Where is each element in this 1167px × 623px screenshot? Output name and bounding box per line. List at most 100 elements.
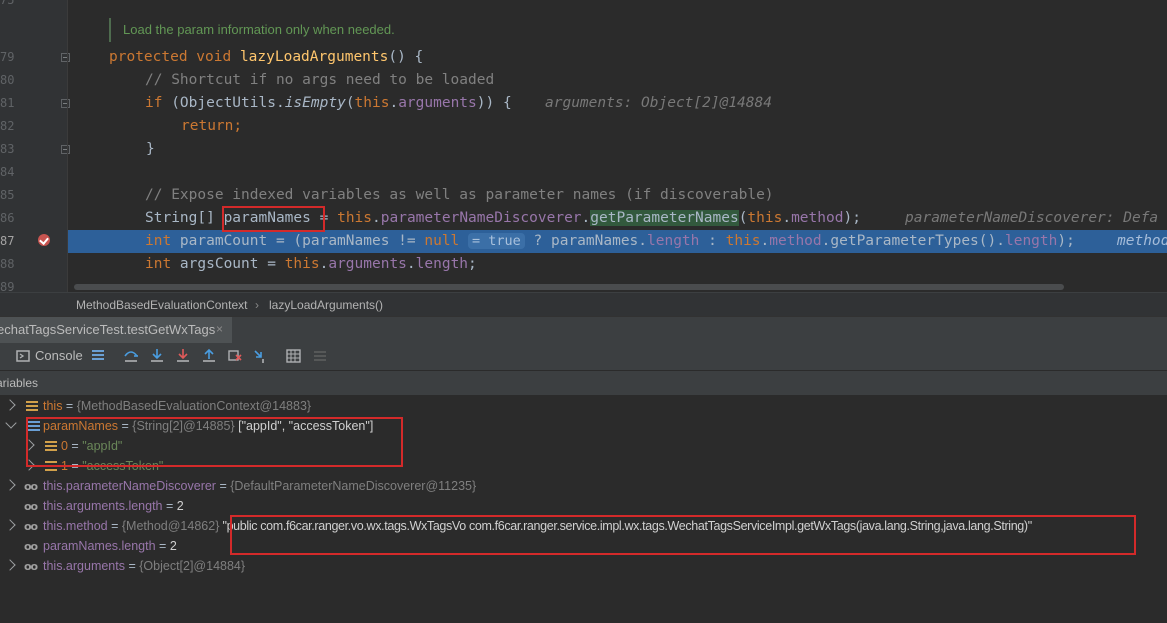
code-line-81[interactable]: if (ObjectUtils.isEmpty(this.arguments))… — [68, 92, 1167, 115]
debug-session-tabs: echatTagsServiceTest.testGetWxTags × — [0, 316, 1167, 345]
close-icon[interactable]: × — [216, 322, 223, 336]
drop-frame-icon[interactable] — [227, 348, 243, 364]
expand-arrow-icon[interactable] — [4, 519, 16, 531]
variable-name: this.method — [43, 519, 108, 533]
code-line-82[interactable]: return; — [68, 115, 1167, 138]
code-line-79[interactable]: protected void lazyLoadArguments() { — [68, 46, 1167, 69]
step-into-icon[interactable] — [149, 348, 165, 364]
variable-row[interactable]: this = {MethodBasedEvaluationContext@148… — [0, 397, 1167, 417]
method-name: lazyLoadArguments — [239, 49, 389, 65]
run-to-cursor-icon[interactable] — [253, 348, 269, 364]
keyword: this — [747, 210, 783, 226]
code-comment: // Expose indexed variables as well as p… — [145, 187, 774, 203]
watch-icon: oo — [24, 520, 38, 533]
code-text: ? paramNames. — [524, 233, 648, 249]
expand-arrow-icon[interactable] — [4, 559, 16, 571]
code-text: )) { — [476, 95, 512, 111]
field-ref: arguments — [398, 95, 477, 111]
line-number: 88 — [0, 257, 14, 271]
variable-type: {Method@14862} — [121, 519, 220, 533]
variable-name: paramNames.length — [43, 539, 156, 553]
breadcrumb-class[interactable]: MethodBasedEvaluationContext — [76, 298, 247, 312]
inline-value-hint: arguments: Object[2]@14884 — [545, 95, 772, 111]
code-text: . — [581, 210, 591, 226]
trace-icon[interactable] — [312, 348, 328, 364]
debug-session-label: echatTagsServiceTest.testGetWxTags — [0, 322, 216, 337]
method-call: isEmpty — [284, 95, 346, 111]
watch-icon: oo — [24, 540, 38, 553]
code-text: . — [782, 210, 792, 226]
code-line-83[interactable]: } — [68, 138, 1167, 161]
keyword: null — [424, 233, 460, 249]
breakpoint-check-icon[interactable] — [38, 234, 50, 246]
debug-toolbar: Console — [0, 343, 1167, 371]
code-text: . — [760, 233, 770, 249]
doc-comment-bar — [109, 18, 111, 42]
field-ref: length — [1004, 233, 1058, 249]
code-text: String[] — [145, 210, 224, 226]
inline-value-hint: parameterNameDiscoverer: Defa — [905, 210, 1159, 226]
highlight-box — [230, 515, 1136, 555]
keyword: this — [284, 256, 320, 272]
line-number: 83 — [0, 142, 14, 156]
line-gutter[interactable]: 75 79 80 81 82 83 84 85 86 87 88 89 — [0, 0, 70, 292]
step-over-icon[interactable] — [123, 348, 139, 364]
keyword: if — [145, 95, 172, 111]
breadcrumb: MethodBasedEvaluationContext › lazyLoadA… — [0, 292, 1167, 317]
code-text: .getParameterTypes(). — [821, 233, 1005, 249]
code-text: . — [372, 210, 381, 226]
code-editor[interactable]: 75 79 80 81 82 83 84 85 86 87 88 89 Load… — [0, 0, 1167, 292]
expand-arrow-icon[interactable] — [4, 399, 16, 411]
line-number: 80 — [0, 73, 14, 87]
code-text: (ObjectUtils. — [171, 95, 285, 111]
variable-eq: = — [215, 479, 231, 493]
collapse-arrow-icon[interactable] — [5, 417, 17, 429]
field-ref: method — [791, 210, 844, 226]
field-ref: length — [647, 233, 700, 249]
breadcrumb-separator: › — [255, 298, 259, 312]
horizontal-scrollbar[interactable] — [74, 284, 1064, 290]
code-text: argsCount = — [179, 256, 285, 272]
line-number: 79 — [0, 50, 14, 64]
keyword: int — [145, 233, 180, 249]
debug-session-tab[interactable]: echatTagsServiceTest.testGetWxTags × — [0, 317, 232, 344]
variable-type: {Object[2]@14884} — [139, 559, 246, 573]
keyword: return; — [181, 118, 243, 134]
code-line-87-execution-point[interactable]: int paramCount = (paramNames != null = t… — [68, 230, 1167, 253]
inline-evaluation-hint: = true — [468, 233, 525, 249]
code-line-85[interactable]: // Expose indexed variables as well as p… — [68, 184, 1167, 207]
console-tab[interactable]: Console — [35, 348, 83, 363]
code-line-88[interactable]: int argsCount = this.arguments.length; — [68, 253, 1167, 276]
highlight-box — [26, 417, 403, 467]
code-text: . — [389, 95, 399, 111]
line-number: 81 — [0, 96, 14, 110]
console-icon[interactable] — [16, 349, 32, 365]
code-text: ( — [345, 95, 355, 111]
evaluate-icon[interactable] — [286, 348, 302, 364]
variable-row[interactable]: oo this.arguments.length = 2 — [0, 497, 1167, 517]
variable-type: {MethodBasedEvaluationContext@14883} — [76, 399, 312, 413]
variable-row[interactable]: oo this.arguments = {Object[2]@14884} — [0, 557, 1167, 577]
line-number: 86 — [0, 211, 14, 225]
line-number: 82 — [0, 119, 14, 133]
variables-tree[interactable]: this = {MethodBasedEvaluationContext@148… — [0, 396, 1167, 623]
expand-arrow-icon[interactable] — [4, 479, 16, 491]
list-icon[interactable] — [90, 348, 106, 364]
breadcrumb-method[interactable]: lazyLoadArguments() — [269, 298, 383, 312]
code-text: : — [699, 233, 726, 249]
force-step-into-icon[interactable] — [175, 348, 191, 364]
variable-name: this.arguments — [43, 559, 125, 573]
variable-eq: = — [162, 499, 177, 513]
variable-value: 2 — [176, 499, 184, 513]
line-number: 84 — [0, 165, 14, 179]
step-out-icon[interactable] — [201, 348, 217, 364]
variable-eq: = — [155, 539, 170, 553]
watch-icon: oo — [24, 560, 38, 573]
field-ref: arguments — [328, 256, 407, 272]
variable-row[interactable]: oo this.parameterNameDiscoverer = {Defau… — [0, 477, 1167, 497]
keyword: this — [337, 210, 373, 226]
variable-type: {DefaultParameterNameDiscoverer@11235} — [230, 479, 477, 493]
code-line-80[interactable]: // Shortcut if no args need to be loaded — [68, 69, 1167, 92]
doc-comment: Load the param information only when nee… — [123, 22, 395, 37]
watch-icon: oo — [24, 480, 38, 493]
